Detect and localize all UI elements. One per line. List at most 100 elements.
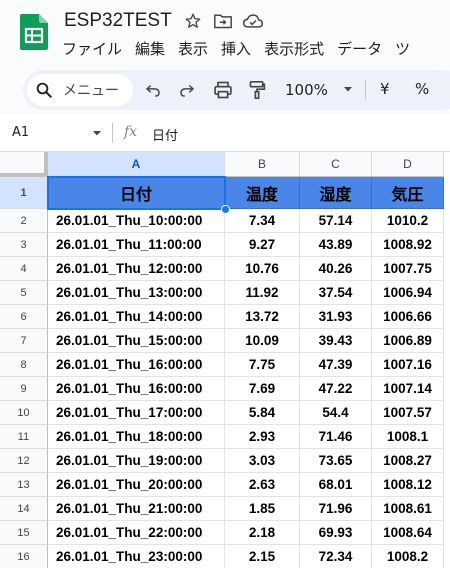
document-title[interactable]: ESP32TEST: [64, 10, 172, 32]
formula-input[interactable]: 日付: [152, 125, 178, 144]
cell-a[interactable]: 26.01.01_Thu_20:00:00: [48, 473, 225, 497]
row-header[interactable]: 2: [0, 209, 48, 233]
cell-d[interactable]: 1007.75: [372, 257, 444, 281]
row-header[interactable]: 3: [0, 233, 48, 257]
cell-a[interactable]: 26.01.01_Thu_12:00:00: [48, 257, 225, 281]
row-header[interactable]: 6: [0, 305, 48, 329]
name-box[interactable]: A1: [12, 125, 29, 140]
cell-c[interactable]: 54.4: [300, 401, 372, 425]
column-header-b[interactable]: B: [225, 152, 300, 177]
cell-b[interactable]: 13.72: [225, 305, 300, 329]
cell-d[interactable]: 1010.2: [372, 209, 444, 233]
cell-c[interactable]: 69.93: [300, 521, 372, 545]
cell-b[interactable]: 9.27: [225, 233, 300, 257]
cell-b[interactable]: 3.03: [225, 449, 300, 473]
menu-file[interactable]: ファイル: [62, 38, 122, 59]
row-header[interactable]: 15: [0, 521, 48, 545]
cell-a[interactable]: 26.01.01_Thu_14:00:00: [48, 305, 225, 329]
chevron-down-icon[interactable]: [341, 82, 355, 96]
cell-b[interactable]: 7.75: [225, 353, 300, 377]
cell-d[interactable]: 1006.89: [372, 329, 444, 353]
cell-c[interactable]: 40.26: [300, 257, 372, 281]
print-icon[interactable]: [213, 80, 233, 100]
star-icon[interactable]: [182, 10, 204, 32]
cell-c[interactable]: 57.14: [300, 209, 372, 233]
row-header-1[interactable]: 1: [0, 177, 48, 209]
cell-a[interactable]: 26.01.01_Thu_21:00:00: [48, 497, 225, 521]
zoom-select[interactable]: 100%: [285, 81, 328, 99]
row-header[interactable]: 13: [0, 473, 48, 497]
column-header-d[interactable]: D: [372, 152, 444, 177]
redo-icon[interactable]: [177, 80, 197, 100]
cell-c[interactable]: 43.89: [300, 233, 372, 257]
cell-b[interactable]: 11.92: [225, 281, 300, 305]
row-header[interactable]: 7: [0, 329, 48, 353]
cell-a[interactable]: 26.01.01_Thu_23:00:00: [48, 545, 225, 568]
move-folder-icon[interactable]: [212, 10, 234, 32]
fill-handle[interactable]: [221, 205, 230, 214]
row-header[interactable]: 9: [0, 377, 48, 401]
cell-a[interactable]: 26.01.01_Thu_18:00:00: [48, 425, 225, 449]
sheets-logo-icon[interactable]: [20, 14, 48, 50]
cell-c[interactable]: 68.01: [300, 473, 372, 497]
cell-a[interactable]: 26.01.01_Thu_10:00:00: [48, 209, 225, 233]
chevron-down-icon[interactable]: [92, 128, 102, 138]
cell-b[interactable]: 5.84: [225, 401, 300, 425]
cell-d[interactable]: 1007.16: [372, 353, 444, 377]
cell-d[interactable]: 1007.57: [372, 401, 444, 425]
row-header[interactable]: 4: [0, 257, 48, 281]
cell-c[interactable]: 47.22: [300, 377, 372, 401]
cell-a[interactable]: 26.01.01_Thu_19:00:00: [48, 449, 225, 473]
cell-d[interactable]: 1008.61: [372, 497, 444, 521]
cell-c[interactable]: 71.96: [300, 497, 372, 521]
header-cell-d[interactable]: 気圧: [372, 177, 444, 209]
menu-data[interactable]: データ: [337, 38, 382, 59]
header-cell-b[interactable]: 温度: [225, 177, 300, 209]
cell-b[interactable]: 10.09: [225, 329, 300, 353]
column-header-c[interactable]: C: [300, 152, 372, 177]
cell-c[interactable]: 73.65: [300, 449, 372, 473]
cell-c[interactable]: 47.39: [300, 353, 372, 377]
cell-d[interactable]: 1008.12: [372, 473, 444, 497]
cell-d[interactable]: 1008.1: [372, 425, 444, 449]
paint-format-icon[interactable]: [247, 80, 267, 100]
cell-d[interactable]: 1006.66: [372, 305, 444, 329]
cell-c[interactable]: 37.54: [300, 281, 372, 305]
select-all-corner[interactable]: [0, 152, 48, 177]
row-header[interactable]: 16: [0, 545, 48, 568]
column-header-a[interactable]: A: [48, 152, 225, 177]
row-header[interactable]: 14: [0, 497, 48, 521]
menu-view[interactable]: 表示: [178, 38, 208, 59]
cell-d[interactable]: 1008.64: [372, 521, 444, 545]
cell-c[interactable]: 72.34: [300, 545, 372, 568]
menu-insert[interactable]: 挿入: [221, 38, 251, 59]
cell-b[interactable]: 2.63: [225, 473, 300, 497]
undo-icon[interactable]: [143, 80, 163, 100]
cell-d[interactable]: 1008.92: [372, 233, 444, 257]
row-header[interactable]: 5: [0, 281, 48, 305]
cell-b[interactable]: 7.69: [225, 377, 300, 401]
currency-format-button[interactable]: ¥: [380, 80, 390, 98]
menu-edit[interactable]: 編集: [135, 38, 165, 59]
header-cell-a[interactable]: 日付: [48, 177, 225, 209]
cell-a[interactable]: 26.01.01_Thu_11:00:00: [48, 233, 225, 257]
row-header[interactable]: 10: [0, 401, 48, 425]
cell-a[interactable]: 26.01.01_Thu_16:00:00: [48, 377, 225, 401]
cell-b[interactable]: 7.34: [225, 209, 300, 233]
percent-format-button[interactable]: %: [415, 80, 429, 98]
cell-b[interactable]: 2.18: [225, 521, 300, 545]
row-header[interactable]: 11: [0, 425, 48, 449]
cell-a[interactable]: 26.01.01_Thu_16:00:00: [48, 353, 225, 377]
cell-c[interactable]: 71.46: [300, 425, 372, 449]
cell-d[interactable]: 1008.27: [372, 449, 444, 473]
cell-a[interactable]: 26.01.01_Thu_17:00:00: [48, 401, 225, 425]
header-cell-c[interactable]: 湿度: [300, 177, 372, 209]
cell-a[interactable]: 26.01.01_Thu_22:00:00: [48, 521, 225, 545]
cell-d[interactable]: 1008.2: [372, 545, 444, 568]
cell-c[interactable]: 31.93: [300, 305, 372, 329]
cell-b[interactable]: 10.76: [225, 257, 300, 281]
cell-a[interactable]: 26.01.01_Thu_15:00:00: [48, 329, 225, 353]
cloud-status-icon[interactable]: [242, 10, 264, 32]
row-header[interactable]: 8: [0, 353, 48, 377]
cell-b[interactable]: 2.15: [225, 545, 300, 568]
